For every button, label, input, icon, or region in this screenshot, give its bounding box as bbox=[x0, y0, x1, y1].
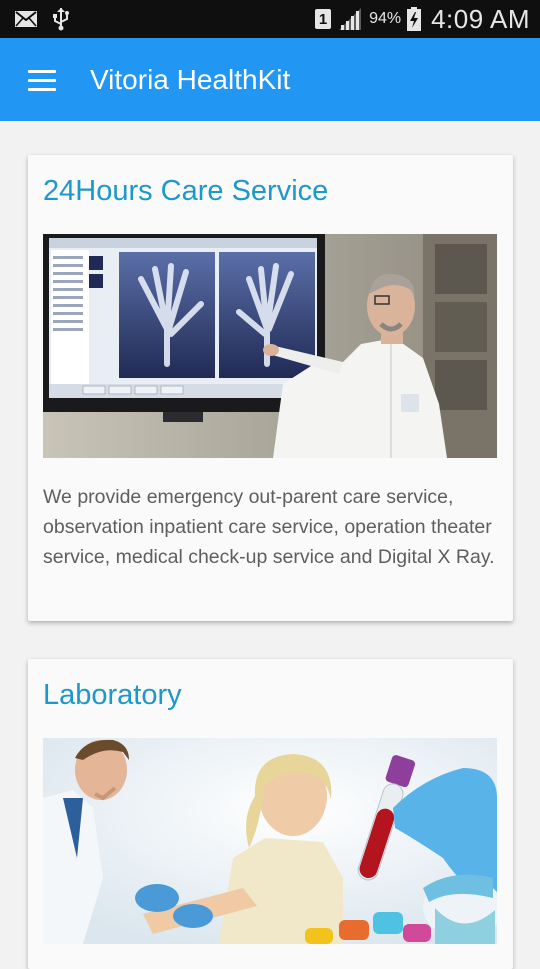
doctor-xray-photo bbox=[43, 234, 497, 458]
app-bar: Vitoria HealthKit bbox=[0, 38, 540, 121]
notification-icons bbox=[14, 8, 70, 31]
signal-icon bbox=[339, 8, 362, 30]
laboratory-blood-test-photo bbox=[43, 738, 497, 944]
card-title: 24Hours Care Service bbox=[43, 175, 329, 207]
hamburger-menu-icon[interactable] bbox=[20, 62, 56, 98]
card-title: Laboratory bbox=[43, 679, 182, 711]
mail-icon bbox=[15, 11, 37, 27]
service-card-24hours[interactable]: 24Hours Care Service We provide emergenc… bbox=[28, 155, 513, 621]
clock: 4:09 AM bbox=[431, 3, 530, 34]
battery-charging-icon bbox=[407, 7, 422, 31]
service-card-laboratory[interactable]: Laboratory bbox=[28, 659, 513, 969]
app-title: Vitoria HealthKit bbox=[90, 64, 291, 95]
system-status: 1 94% 4:09 AM bbox=[315, 4, 530, 34]
sim-slot-indicator: 1 bbox=[315, 9, 332, 29]
status-bar: 1 94% 4:09 AM bbox=[0, 0, 540, 38]
usb-icon bbox=[53, 8, 69, 31]
battery-percent: 94% bbox=[369, 10, 402, 27]
card-description: We provide emergency out-parent care ser… bbox=[43, 486, 495, 568]
